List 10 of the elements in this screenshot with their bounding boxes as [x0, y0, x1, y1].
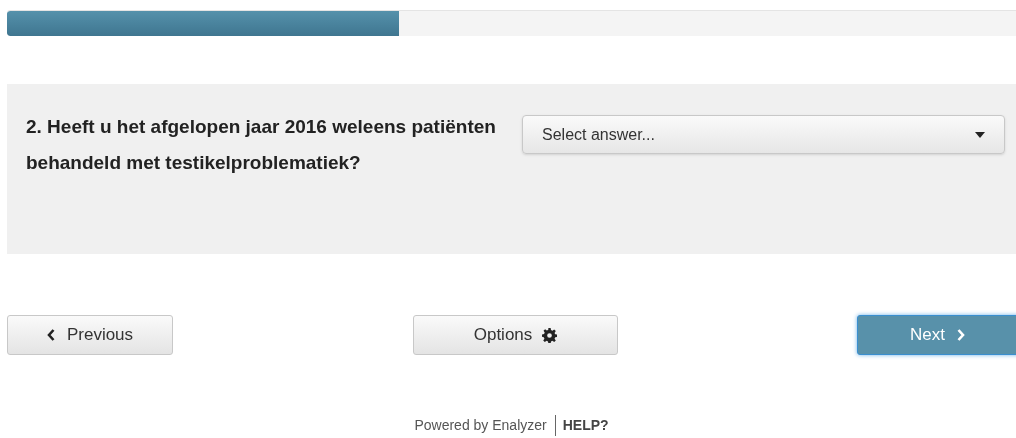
- chevron-left-icon: [46, 329, 55, 341]
- help-link[interactable]: HELP?: [554, 415, 609, 436]
- powered-by-text: Powered by Enalyzer: [414, 415, 556, 436]
- previous-button[interactable]: Previous: [7, 315, 173, 355]
- gear-icon: [542, 327, 558, 343]
- question-text: 2. Heeft u het afgelopen jaar 2016 weleens patiënten behandeld met testikelproblematiek?: [26, 115, 497, 175]
- answer-dropdown[interactable]: Select answer...: [522, 115, 1005, 154]
- options-button[interactable]: Options: [413, 315, 618, 355]
- caret-icon: [975, 131, 985, 138]
- chevron-right-icon: [956, 329, 965, 341]
